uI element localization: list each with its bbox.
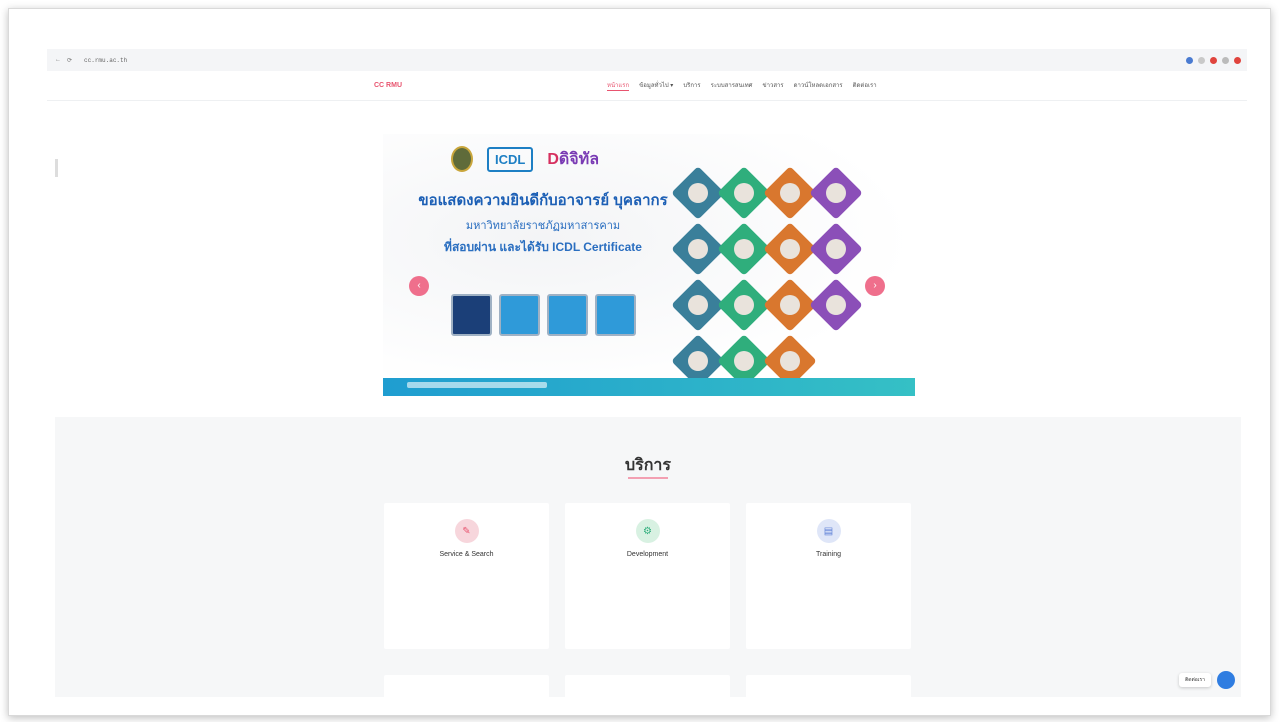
browser-window: ← ⟳ cc.rmu.ac.th CC RMU หน้าแรก ข้อมูลทั… [47, 49, 1247, 697]
chat-label[interactable]: ติดต่อเรา [1179, 673, 1211, 687]
side-scroll-indicator [55, 159, 58, 177]
partner-logos: ICDL Dดิจิทัล [451, 146, 599, 172]
portrait [671, 166, 725, 220]
portrait [809, 278, 863, 332]
extensions-bar [1186, 56, 1241, 64]
menu-item-services[interactable]: บริการ [683, 80, 700, 91]
service-card-title: Development [626, 551, 669, 558]
gear-icon: ⚙ [635, 519, 660, 543]
portrait [717, 222, 771, 276]
university-seal-icon [451, 146, 473, 172]
portrait [763, 166, 817, 220]
service-card[interactable]: ⚙ Development [565, 503, 730, 649]
extension-icon[interactable] [1210, 56, 1217, 64]
icdl-logo: ICDL [487, 146, 534, 172]
service-card[interactable] [746, 675, 911, 697]
portrait [671, 222, 725, 276]
extension-icon[interactable] [1186, 56, 1193, 64]
menu-item-systems[interactable]: ระบบสารสนเทศ [711, 80, 753, 91]
hero-banner: ICDL Dดิจิทัล ขอแสดงความยินดีกับอาจารย์ … [383, 134, 915, 396]
services-section: บริการ ✎ Service & Search ⚙ Development … [55, 417, 1241, 697]
portrait [717, 166, 771, 220]
certificate-badge [547, 294, 588, 336]
menu-item-contact[interactable]: ติดต่อเรา [853, 80, 877, 91]
service-card-title: Training [815, 551, 842, 558]
wrench-icon: ✎ [454, 519, 479, 543]
menu-item-news[interactable]: ข่าวสาร [763, 80, 784, 91]
browser-toolbar: ← ⟳ cc.rmu.ac.th [47, 49, 1247, 71]
address-bar[interactable]: cc.rmu.ac.th [84, 57, 127, 64]
reload-icon[interactable]: ⟳ [67, 57, 72, 64]
menu-item-general[interactable]: ข้อมูลทั่วไป ▾ [639, 80, 673, 91]
screenshot-frame: ← ⟳ cc.rmu.ac.th CC RMU หน้าแรก ข้อมูลทั… [8, 8, 1271, 716]
menu-item-home[interactable]: หน้าแรก [607, 80, 630, 91]
portrait [763, 222, 817, 276]
site-logo[interactable]: CC RMU [374, 82, 402, 89]
service-card[interactable] [384, 675, 549, 697]
portrait [671, 278, 725, 332]
digital-logo: Dดิจิทัล [547, 150, 600, 168]
footer-caption [407, 382, 547, 388]
chat-widget[interactable]: ติดต่อเรา [1179, 671, 1235, 689]
chat-bubble-icon[interactable] [1217, 671, 1235, 689]
portrait [717, 278, 771, 332]
certificate-badges [451, 294, 636, 336]
menu-icon[interactable] [1222, 56, 1229, 64]
banner-headline: ขอแสดงความยินดีกับอาจารย์ บุคลากร มหาวิท… [403, 188, 683, 257]
certificate-badge [595, 294, 636, 336]
certificate-badge [451, 294, 492, 336]
back-icon[interactable]: ← [55, 57, 61, 64]
title-underline [628, 477, 668, 479]
portrait [809, 222, 863, 276]
portrait [809, 166, 863, 220]
service-card[interactable] [565, 675, 730, 697]
menu-item-downloads[interactable]: ดาวน์โหลดเอกสาร [794, 80, 843, 91]
banner-title: ขอแสดงความยินดีกับอาจารย์ บุคลากร [418, 192, 668, 209]
carousel-prev-button[interactable]: ‹ [409, 276, 429, 296]
site-header: CC RMU หน้าแรก ข้อมูลทั่วไป ▾ บริการ ระบ… [47, 71, 1247, 101]
banner-subtitle: มหาวิทยาลัยราชภัฏมหาสารคาม [465, 220, 621, 232]
services-title: บริการ [624, 455, 671, 474]
service-card[interactable]: ▤ Training [746, 503, 911, 649]
main-menu: หน้าแรก ข้อมูลทั่วไป ▾ บริการ ระบบสารสนเ… [607, 80, 877, 91]
portrait [763, 278, 817, 332]
service-card[interactable]: ✎ Service & Search [384, 503, 549, 649]
service-card-title: Service & Search [439, 551, 494, 558]
chart-icon: ▤ [816, 519, 841, 543]
carousel-next-button[interactable]: › [865, 276, 885, 296]
extension-icon[interactable] [1198, 56, 1205, 64]
profile-avatar[interactable] [1234, 56, 1241, 64]
banner-footer-strip [383, 378, 915, 396]
banner-line3: ที่สอบผ่าน และได้รับ ICDL Certificate [444, 240, 642, 254]
certificate-badge [499, 294, 540, 336]
